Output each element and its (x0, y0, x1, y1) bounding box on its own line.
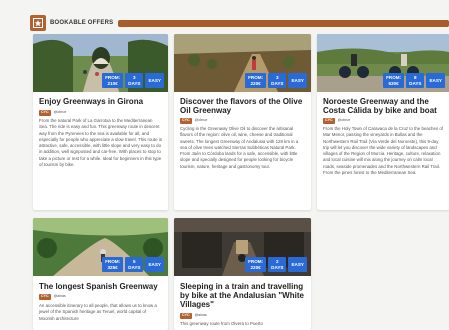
offer-author: @obrue (194, 118, 208, 122)
category-tag: CYC (180, 118, 192, 124)
offer-description: An accessible itinerary to all people, t… (39, 303, 157, 321)
offer-image[interactable]: FROM: 530€ 8 DAYS EASY (317, 34, 449, 92)
price-badge: FROM: 220€ (245, 73, 267, 88)
offer-author: @obrue (53, 110, 67, 114)
offer-author: @ainas (53, 294, 66, 298)
price-badge: FROM: 220€ (245, 257, 267, 272)
price-badge: FROM: 325€ (102, 257, 124, 272)
offers-grid: FROM: 210€ 3 DAYS EASY Enjoy Greenways in … (0, 0, 449, 330)
offer-description: Cycling in the Greenway Olive Oil to dis… (180, 126, 299, 169)
category-tag: CYC (323, 118, 335, 124)
offer-meta: CYC @obrue (39, 110, 66, 116)
offer-meta: CYC @obrue (323, 118, 350, 124)
offer-title[interactable]: Noroeste Greenway and the Costa Cálida b… (323, 97, 443, 115)
offer-card[interactable]: FROM: 220€ 2 DAYS EASY Sleeping in a train… (174, 218, 311, 330)
difficulty-badge: EASY (288, 257, 307, 272)
offer-image[interactable]: FROM: 220€ 3 DAYS EASY (174, 34, 311, 92)
duration-badge: 8 DAYS (406, 73, 425, 88)
price-badge: FROM: 210€ (102, 73, 124, 88)
offer-card[interactable]: FROM: 325€ 5 DAYS EASY The longest Spanish… (33, 218, 168, 330)
offer-badges: FROM: 325€ 5 DAYS EASY (102, 257, 164, 272)
difficulty-badge: EASY (426, 73, 445, 88)
offer-image[interactable]: FROM: 220€ 2 DAYS EASY (174, 218, 311, 276)
offer-card[interactable]: FROM: 220€ 3 DAYS EASY Discover the flavor… (174, 34, 311, 210)
duration-badge: 5 DAYS (125, 257, 144, 272)
category-tag: CYC (39, 294, 51, 300)
offer-badges: FROM: 210€ 3 DAYS EASY (102, 73, 164, 88)
difficulty-badge: EASY (145, 73, 164, 88)
duration-badge: 2 DAYS (268, 257, 287, 272)
offer-image[interactable]: FROM: 210€ 3 DAYS EASY (33, 34, 168, 92)
offer-badges: FROM: 220€ 3 DAYS EASY (245, 73, 307, 88)
offer-title[interactable]: Enjoy Greenways in Girona (39, 97, 162, 106)
offer-title[interactable]: Discover the flavors of the Olive Oil Gr… (180, 97, 305, 115)
offer-meta: CYC @ainas (180, 313, 207, 319)
category-tag: CYC (180, 313, 192, 319)
offer-description: From the Holy Town of Caravaca de la Cru… (323, 126, 443, 175)
difficulty-badge: EASY (288, 73, 307, 88)
offer-meta: CYC @obrue (180, 118, 207, 124)
duration-badge: 3 DAYS (125, 73, 144, 88)
offer-title[interactable]: The longest Spanish Greenway (39, 282, 162, 291)
offer-card[interactable]: FROM: 530€ 8 DAYS EASY Noroeste Greenway a… (317, 34, 449, 210)
offer-title[interactable]: Sleeping in a train and travelling by bi… (180, 282, 305, 310)
difficulty-badge: EASY (145, 257, 164, 272)
offer-card[interactable]: FROM: 210€ 3 DAYS EASY Enjoy Greenways in … (33, 34, 168, 210)
offer-author: @ainas (194, 313, 207, 317)
offer-badges: FROM: 220€ 2 DAYS EASY (245, 257, 307, 272)
offer-meta: CYC @ainas (39, 294, 66, 300)
offer-author: @obrue (337, 118, 351, 122)
offer-description: From the natural Park of La Garrotxa to … (39, 118, 162, 167)
offer-badges: FROM: 530€ 8 DAYS EASY (383, 73, 445, 88)
offer-description: This greenway route from Olvera to Puert… (180, 321, 263, 326)
category-tag: CYC (39, 110, 51, 116)
offer-image[interactable]: FROM: 325€ 5 DAYS EASY (33, 218, 168, 276)
price-badge: FROM: 530€ (383, 73, 405, 88)
duration-badge: 3 DAYS (268, 73, 287, 88)
